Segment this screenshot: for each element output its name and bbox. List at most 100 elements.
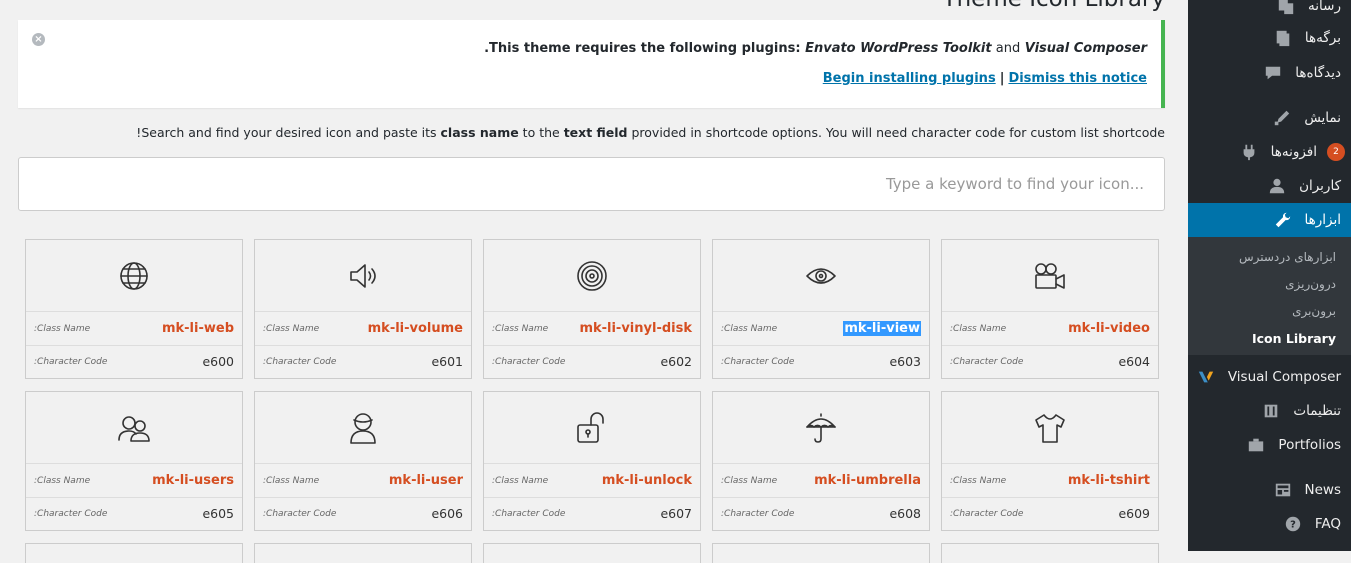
faq-icon: ? — [1283, 514, 1303, 534]
sidebar-item-users[interactable]: کاربران — [1188, 169, 1351, 203]
icon-preview — [713, 392, 929, 465]
class-name-label: :Class Name — [950, 323, 1007, 334]
sidebar-item-label: دیدگاه‌ها — [1295, 65, 1341, 81]
icon-preview — [713, 240, 929, 313]
icon-class-name[interactable]: mk-li-web — [162, 321, 234, 336]
icon-card-partial[interactable] — [254, 543, 472, 563]
icon-card[interactable]: :Class Name mk-li-unlock :Character Code e6… — [483, 391, 701, 531]
submenu-item[interactable]: Icon Library — [1252, 331, 1336, 346]
unlock-icon — [577, 411, 604, 443]
close-icon[interactable]: × — [32, 33, 45, 46]
icon-class-name[interactable]: mk-li-users — [152, 473, 234, 488]
character-code-label: :Character Code — [950, 508, 1024, 519]
icon-class-name[interactable]: mk-li-unlock — [602, 473, 692, 488]
sidebar-item-label: News — [1304, 482, 1341, 498]
appearance-icon — [1272, 108, 1292, 128]
character-code-row: :Character Code e601 — [255, 346, 471, 378]
icon-character-code[interactable]: e601 — [431, 354, 463, 369]
icon-card[interactable]: :Class Name mk-li-video :Character Code e60… — [941, 239, 1159, 379]
class-name-row: :Class Name mk-li-volume — [255, 312, 471, 346]
users-icon — [1267, 176, 1287, 196]
class-name-row: :Class Name mk-li-unlock — [484, 464, 700, 498]
icon-card[interactable]: :Class Name mk-li-web:Character Code e600 — [25, 239, 243, 379]
icon-card[interactable]: :Class Name mk-li-view :Character Code e603 — [712, 239, 930, 379]
begin-installing-link[interactable]: Begin installing plugins — [823, 71, 996, 86]
icon-class-name[interactable]: mk-li-view — [843, 321, 921, 337]
class-name-label: :Class Name — [950, 475, 1007, 486]
class-name-row: :Class Name mk-li-users — [26, 464, 242, 498]
sidebar-item-news[interactable]: News — [1188, 473, 1351, 507]
icon-class-name[interactable]: mk-li-user — [389, 473, 463, 488]
tools-submenu: ابزارهای دردسترس درون‌ریزی برون‌بری Icon Li… — [1188, 237, 1351, 355]
icon-search-box — [18, 157, 1165, 211]
icon-character-code[interactable]: e607 — [660, 506, 692, 521]
icon-card[interactable]: :Class Name mk-li-volume :Character Code e6… — [254, 239, 472, 379]
character-code-label: :Character Code — [263, 356, 337, 367]
icon-preview — [26, 240, 242, 313]
character-code-label: :Character Code — [263, 508, 337, 519]
dismiss-notice-link[interactable]: Dismiss this notice — [1008, 71, 1147, 86]
sidebar-item-comments[interactable]: دیدگاه‌ها — [1188, 56, 1351, 90]
portfolio-icon — [1246, 435, 1266, 455]
class-name-row: :Class Name mk-li-umbrella — [713, 464, 929, 498]
icon-character-code[interactable]: e606 — [431, 506, 463, 521]
icon-class-name[interactable]: mk-li-umbrella — [814, 473, 921, 488]
class-name-label: :Class Name — [263, 323, 320, 334]
sidebar-item-appearance[interactable]: نمایش — [1188, 101, 1351, 135]
icon-card[interactable]: :Class Name mk-li-tshirt :Character Code e6… — [941, 391, 1159, 531]
character-code-label: :Character Code — [492, 356, 566, 367]
icon-card[interactable]: :Class Name mk-li-users:Character Code e60… — [25, 391, 243, 531]
icon-card-partial[interactable] — [941, 543, 1159, 563]
class-name-label: :Class Name — [34, 475, 91, 486]
volume-icon — [350, 263, 376, 288]
class-name-row: :Class Name mk-li-video — [942, 312, 1158, 346]
icon-class-name[interactable]: mk-li-video — [1068, 321, 1150, 336]
umbrella-icon — [806, 412, 836, 443]
sidebar-item-pages[interactable]: برگه‌ها — [1188, 21, 1351, 55]
user-icon — [350, 412, 376, 444]
icon-character-code[interactable]: e603 — [889, 354, 921, 369]
class-name-row: :Class Name mk-li-web — [26, 312, 242, 346]
sidebar-item-label: نمایش — [1304, 110, 1341, 126]
character-code-row: :Character Code e607 — [484, 498, 700, 530]
sidebar-item-media[interactable]: رسانه — [1188, 0, 1351, 23]
character-code-row: :Character Code e604 — [942, 346, 1158, 378]
vinyl-disk-icon — [577, 260, 607, 291]
sidebar-item-visual-composer[interactable]: Visual Composer — [1188, 360, 1351, 394]
icon-character-code[interactable]: e609 — [1118, 506, 1150, 521]
sidebar-item-tools[interactable]: ابزارها — [1180, 203, 1351, 237]
submenu-item[interactable]: درون‌ریزی — [1285, 277, 1336, 291]
icon-card-partial[interactable] — [483, 543, 701, 563]
sidebar-item-settings[interactable]: تنظیمات — [1188, 394, 1351, 428]
icon-character-code[interactable]: e602 — [660, 354, 692, 369]
class-name-row: :Class Name mk-li-view — [713, 312, 929, 346]
icon-card-partial[interactable] — [25, 543, 243, 563]
icon-card[interactable]: :Class Name mk-li-vinyl-disk:Character Co… — [483, 239, 701, 379]
globe-icon — [120, 261, 148, 290]
sidebar-item-faq[interactable]: ? FAQ — [1188, 507, 1351, 541]
plugins-icon — [1239, 142, 1259, 162]
icon-character-code[interactable]: e605 — [202, 506, 234, 521]
sidebar-item-label: FAQ — [1314, 516, 1341, 532]
submenu-item[interactable]: برون‌بری — [1292, 304, 1336, 318]
icon-class-name[interactable]: mk-li-volume — [368, 321, 463, 336]
icon-card[interactable]: :Class Name mk-li-umbrella:Character Code… — [712, 391, 930, 531]
icon-character-code[interactable]: e600 — [202, 354, 234, 369]
icon-card[interactable]: :Class Name mk-li-user:Character Code e606 — [254, 391, 472, 531]
submenu-item[interactable]: ابزارهای دردسترس — [1239, 250, 1336, 264]
icon-preview — [26, 392, 242, 465]
sidebar-item-plugins[interactable]: افزونه‌ها 2 — [1188, 135, 1351, 169]
class-name-label: :Class Name — [721, 475, 778, 486]
icon-card-partial[interactable] — [712, 543, 930, 563]
icon-character-code[interactable]: e604 — [1118, 354, 1150, 369]
sidebar-item-label: Portfolios — [1278, 437, 1341, 453]
icon-character-code[interactable]: e608 — [889, 506, 921, 521]
sidebar-item-portfolio[interactable]: Portfolios — [1188, 428, 1351, 462]
icon-class-name[interactable]: mk-li-vinyl-disk — [579, 321, 692, 336]
character-code-label: :Character Code — [721, 356, 795, 367]
sidebar-item-label: کاربران — [1299, 178, 1341, 194]
character-code-label: :Character Code — [492, 508, 566, 519]
icon-class-name[interactable]: mk-li-tshirt — [1068, 473, 1150, 488]
sidebar-item-label: افزونه‌ها — [1270, 144, 1317, 160]
icon-search-input[interactable] — [19, 158, 1164, 210]
